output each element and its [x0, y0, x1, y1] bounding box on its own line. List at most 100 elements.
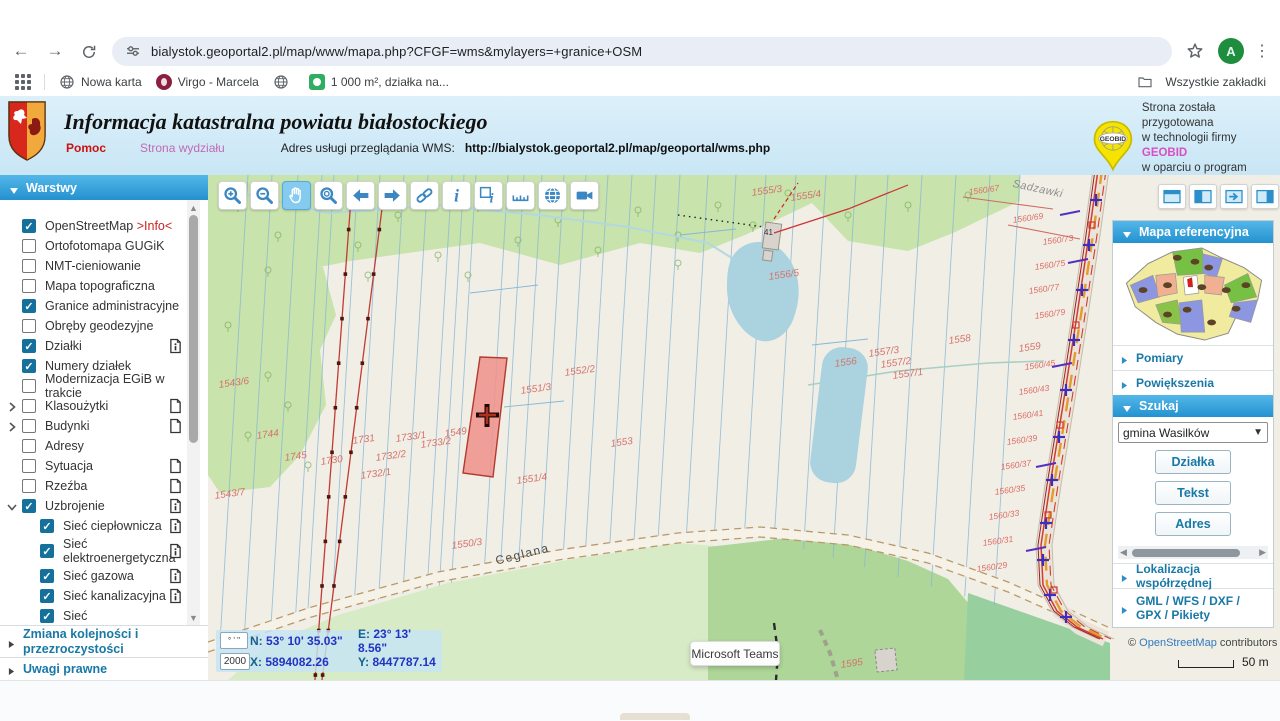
- layer-checkbox[interactable]: [22, 239, 36, 253]
- zoom-out-button[interactable]: [250, 181, 279, 210]
- search-dziaka-button[interactable]: Działka: [1155, 450, 1231, 474]
- chevron-right-icon[interactable]: [7, 421, 17, 431]
- bookmark-item[interactable]: Virgo - Marcela: [156, 74, 259, 90]
- layer-checkbox[interactable]: [22, 399, 36, 413]
- layer-checkbox[interactable]: ✓: [22, 339, 36, 353]
- scrollbar-thumb[interactable]: [1132, 549, 1240, 557]
- browser-menu-icon[interactable]: ⋮: [1254, 41, 1270, 61]
- bookmark-item[interactable]: 1 000 m², działka na...: [309, 74, 449, 90]
- reference-map-header[interactable]: Mapa referencyjna: [1113, 221, 1273, 243]
- browser-forward-button[interactable]: →: [42, 38, 68, 64]
- layer-legend-icon[interactable]: [169, 418, 182, 434]
- layer-metadata-icon[interactable]: [169, 588, 182, 604]
- legal-notes-link[interactable]: Uwagi prawne: [0, 657, 208, 681]
- scale-input[interactable]: 2000: [220, 653, 250, 670]
- site-settings-icon[interactable]: [124, 42, 142, 60]
- layer-checkbox[interactable]: ✓: [40, 609, 54, 623]
- link-button[interactable]: [410, 181, 439, 210]
- section-powiekszenia[interactable]: Powiększenia: [1113, 370, 1273, 395]
- apps-grid-icon[interactable]: [14, 73, 32, 91]
- layer-legend-icon[interactable]: [169, 398, 182, 414]
- layer-checkbox[interactable]: [22, 259, 36, 273]
- layer-row[interactable]: ✓Sieć: [0, 606, 186, 626]
- layer-checkbox[interactable]: ✓: [22, 219, 36, 233]
- chevron-down-icon[interactable]: [7, 501, 17, 511]
- layer-row[interactable]: Modernizacja EGiB w trakcie: [0, 376, 186, 396]
- search-tekst-button[interactable]: Tekst: [1155, 481, 1231, 505]
- info-select-button[interactable]: i: [474, 181, 503, 210]
- scroll-down-icon[interactable]: ▼: [187, 611, 200, 624]
- department-link[interactable]: Strona wydziału: [140, 141, 225, 155]
- scrollbar-thumb[interactable]: [189, 215, 198, 443]
- zoom-box-button[interactable]: [314, 181, 343, 210]
- forward-button[interactable]: [378, 181, 407, 210]
- section-gml-export[interactable]: GML / WFS / DXF / GPX / Pikiety: [1113, 588, 1273, 627]
- layer-checkbox[interactable]: [22, 419, 36, 433]
- layer-checkbox[interactable]: ✓: [22, 359, 36, 373]
- panel-collapse-button[interactable]: [1220, 184, 1248, 209]
- layer-row[interactable]: Mapa topograficzna: [0, 276, 186, 296]
- layer-legend-icon[interactable]: [169, 478, 182, 494]
- layer-row[interactable]: ✓Działki: [0, 336, 186, 356]
- layer-checkbox[interactable]: ✓: [40, 569, 54, 583]
- layer-row[interactable]: NMT-cieniowanie: [0, 256, 186, 276]
- chevron-right-icon[interactable]: [7, 401, 17, 411]
- layer-checkbox[interactable]: ✓: [40, 519, 54, 533]
- panel-right-button[interactable]: [1251, 184, 1279, 209]
- layer-checkbox[interactable]: ✓: [40, 589, 54, 603]
- scroll-up-icon[interactable]: ▲: [187, 201, 200, 214]
- layer-row[interactable]: ✓OpenStreetMap >Info<: [0, 216, 186, 236]
- osm-link[interactable]: OpenStreetMap: [1139, 637, 1217, 649]
- browser-reload-button[interactable]: [76, 37, 102, 65]
- layer-metadata-icon[interactable]: [169, 518, 182, 534]
- browser-avatar[interactable]: A: [1218, 38, 1244, 64]
- layer-row[interactable]: ✓Granice administracyjne: [0, 296, 186, 316]
- layer-metadata-icon[interactable]: [169, 498, 182, 514]
- layer-metadata-icon[interactable]: [169, 543, 182, 559]
- layer-checkbox[interactable]: [22, 379, 36, 393]
- layer-checkbox[interactable]: ✓: [22, 499, 36, 513]
- layer-row[interactable]: Obręby geodezyjne: [0, 316, 186, 336]
- panel-window-button[interactable]: [1158, 184, 1186, 209]
- reference-minimap[interactable]: [1113, 243, 1273, 345]
- layer-row[interactable]: Budynki: [0, 416, 186, 436]
- layer-row[interactable]: ✓Sieć gazowa: [0, 566, 186, 586]
- layer-metadata-icon[interactable]: [169, 568, 182, 584]
- bookmark-item[interactable]: [273, 74, 295, 90]
- gmina-select[interactable]: gmina Wasilków ▼: [1118, 422, 1268, 443]
- bookmark-item[interactable]: Nowa karta: [59, 74, 142, 90]
- zoom-in-button[interactable]: [218, 181, 247, 210]
- layer-row[interactable]: ✓Sieć elektroenergetyczna: [0, 536, 186, 566]
- horizontal-scrollbar[interactable]: ◀ ▶: [1118, 546, 1268, 559]
- pan-button[interactable]: [282, 181, 311, 210]
- layer-row[interactable]: ✓Sieć kanalizacyjna: [0, 586, 186, 606]
- bookmark-star-icon[interactable]: [1184, 40, 1206, 62]
- sidebar-scrollbar[interactable]: ▲ ▼: [187, 200, 200, 625]
- info-button[interactable]: i: [442, 181, 471, 210]
- search-adres-button[interactable]: Adres: [1155, 512, 1231, 536]
- address-bar[interactable]: bialystok.geoportal2.pl/map/www/mapa.php…: [112, 37, 1172, 66]
- camera-button[interactable]: [570, 181, 599, 210]
- measure-button[interactable]: [506, 181, 535, 210]
- layer-row[interactable]: Ortofotomapa GUGiK: [0, 236, 186, 256]
- layer-checkbox[interactable]: [22, 279, 36, 293]
- layer-checkbox[interactable]: [22, 319, 36, 333]
- back-button[interactable]: [346, 181, 375, 210]
- section-pomiary[interactable]: Pomiary: [1113, 345, 1273, 370]
- scroll-right-icon[interactable]: ▶: [1259, 547, 1266, 558]
- layer-checkbox[interactable]: ✓: [22, 299, 36, 313]
- browser-back-button[interactable]: ←: [8, 38, 34, 64]
- layer-metadata-icon[interactable]: [169, 338, 182, 354]
- layer-legend-icon[interactable]: [169, 458, 182, 474]
- globe-tool-button[interactable]: [538, 181, 567, 210]
- panel-left-button[interactable]: [1189, 184, 1217, 209]
- layers-panel-header[interactable]: Warstwy: [0, 175, 208, 200]
- section-lokalizacja[interactable]: Lokalizacja współrzędnej: [1113, 563, 1273, 588]
- layer-row[interactable]: Rzeźba: [0, 476, 186, 496]
- layer-info-link[interactable]: >Info<: [137, 219, 172, 233]
- layer-row[interactable]: ✓Sieć ciepłownicza: [0, 516, 186, 536]
- layer-row[interactable]: Klasoużytki: [0, 396, 186, 416]
- layer-checkbox[interactable]: [22, 459, 36, 473]
- search-header[interactable]: Szukaj: [1113, 395, 1273, 417]
- layer-checkbox[interactable]: [22, 439, 36, 453]
